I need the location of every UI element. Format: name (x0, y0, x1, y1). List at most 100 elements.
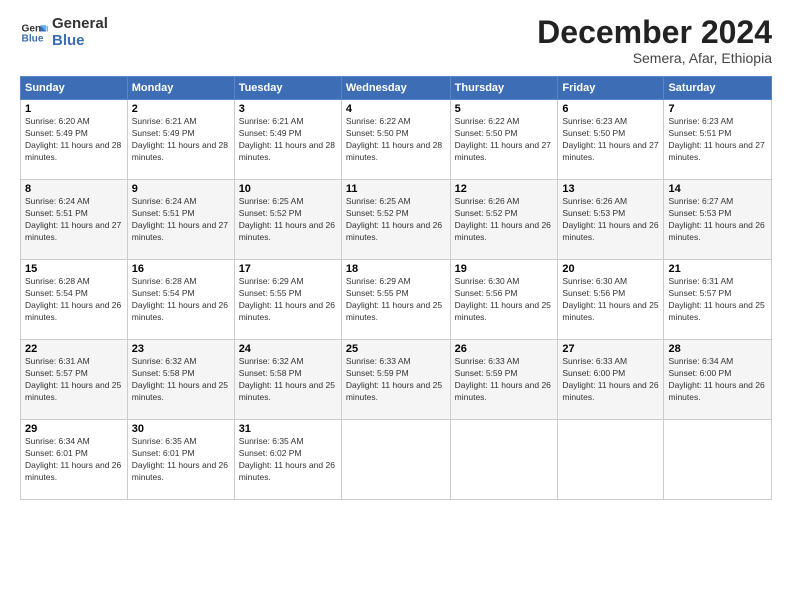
calendar-cell: 9 Sunrise: 6:24 AMSunset: 5:51 PMDayligh… (127, 180, 234, 260)
day-info: Sunrise: 6:33 AMSunset: 5:59 PMDaylight:… (455, 356, 554, 404)
day-info: Sunrise: 6:30 AMSunset: 5:56 PMDaylight:… (455, 276, 554, 324)
day-info: Sunrise: 6:25 AMSunset: 5:52 PMDaylight:… (346, 196, 446, 244)
week-row-1: 1 Sunrise: 6:20 AMSunset: 5:49 PMDayligh… (21, 100, 772, 180)
calendar-cell: 23 Sunrise: 6:32 AMSunset: 5:58 PMDaylig… (127, 340, 234, 420)
calendar-cell: 10 Sunrise: 6:25 AMSunset: 5:52 PMDaylig… (234, 180, 341, 260)
logo-icon: General Blue (20, 19, 48, 47)
day-number: 15 (25, 263, 123, 275)
day-number: 7 (668, 103, 767, 115)
calendar-cell: 8 Sunrise: 6:24 AMSunset: 5:51 PMDayligh… (21, 180, 128, 260)
logo: General Blue General Blue (20, 16, 108, 49)
calendar-cell: 1 Sunrise: 6:20 AMSunset: 5:49 PMDayligh… (21, 100, 128, 180)
day-info: Sunrise: 6:32 AMSunset: 5:58 PMDaylight:… (239, 356, 337, 404)
day-number: 1 (25, 103, 123, 115)
calendar-cell: 30 Sunrise: 6:35 AMSunset: 6:01 PMDaylig… (127, 420, 234, 500)
day-info: Sunrise: 6:20 AMSunset: 5:49 PMDaylight:… (25, 116, 123, 164)
day-number: 27 (562, 343, 659, 355)
calendar-cell: 27 Sunrise: 6:33 AMSunset: 6:00 PMDaylig… (558, 340, 664, 420)
day-number: 2 (132, 103, 230, 115)
day-info: Sunrise: 6:21 AMSunset: 5:49 PMDaylight:… (239, 116, 337, 164)
day-number: 6 (562, 103, 659, 115)
day-info: Sunrise: 6:34 AMSunset: 6:01 PMDaylight:… (25, 436, 123, 484)
day-info: Sunrise: 6:28 AMSunset: 5:54 PMDaylight:… (25, 276, 123, 324)
month-title: December 2024 (537, 16, 772, 48)
day-number: 3 (239, 103, 337, 115)
day-info: Sunrise: 6:31 AMSunset: 5:57 PMDaylight:… (668, 276, 767, 324)
day-info: Sunrise: 6:35 AMSunset: 6:02 PMDaylight:… (239, 436, 337, 484)
day-number: 9 (132, 183, 230, 195)
day-info: Sunrise: 6:29 AMSunset: 5:55 PMDaylight:… (346, 276, 446, 324)
weekday-friday: Friday (558, 77, 664, 100)
calendar-cell: 16 Sunrise: 6:28 AMSunset: 5:54 PMDaylig… (127, 260, 234, 340)
day-number: 12 (455, 183, 554, 195)
weekday-thursday: Thursday (450, 77, 558, 100)
weekday-monday: Monday (127, 77, 234, 100)
day-number: 18 (346, 263, 446, 275)
day-info: Sunrise: 6:33 AMSunset: 5:59 PMDaylight:… (346, 356, 446, 404)
calendar-cell: 28 Sunrise: 6:34 AMSunset: 6:00 PMDaylig… (664, 340, 772, 420)
calendar-cell: 14 Sunrise: 6:27 AMSunset: 5:53 PMDaylig… (664, 180, 772, 260)
calendar-cell: 4 Sunrise: 6:22 AMSunset: 5:50 PMDayligh… (341, 100, 450, 180)
day-info: Sunrise: 6:21 AMSunset: 5:49 PMDaylight:… (132, 116, 230, 164)
day-info: Sunrise: 6:24 AMSunset: 5:51 PMDaylight:… (25, 196, 123, 244)
day-info: Sunrise: 6:24 AMSunset: 5:51 PMDaylight:… (132, 196, 230, 244)
day-number: 14 (668, 183, 767, 195)
calendar-cell: 29 Sunrise: 6:34 AMSunset: 6:01 PMDaylig… (21, 420, 128, 500)
day-number: 28 (668, 343, 767, 355)
day-number: 11 (346, 183, 446, 195)
day-info: Sunrise: 6:33 AMSunset: 6:00 PMDaylight:… (562, 356, 659, 404)
day-info: Sunrise: 6:22 AMSunset: 5:50 PMDaylight:… (346, 116, 446, 164)
calendar-cell: 11 Sunrise: 6:25 AMSunset: 5:52 PMDaylig… (341, 180, 450, 260)
calendar-cell: 6 Sunrise: 6:23 AMSunset: 5:50 PMDayligh… (558, 100, 664, 180)
calendar-cell: 20 Sunrise: 6:30 AMSunset: 5:56 PMDaylig… (558, 260, 664, 340)
day-number: 4 (346, 103, 446, 115)
page: General Blue General Blue December 2024 … (0, 0, 792, 612)
day-number: 25 (346, 343, 446, 355)
calendar-cell: 5 Sunrise: 6:22 AMSunset: 5:50 PMDayligh… (450, 100, 558, 180)
calendar-cell: 18 Sunrise: 6:29 AMSunset: 5:55 PMDaylig… (341, 260, 450, 340)
weekday-sunday: Sunday (21, 77, 128, 100)
week-row-4: 22 Sunrise: 6:31 AMSunset: 5:57 PMDaylig… (21, 340, 772, 420)
calendar-cell: 7 Sunrise: 6:23 AMSunset: 5:51 PMDayligh… (664, 100, 772, 180)
calendar-cell: 24 Sunrise: 6:32 AMSunset: 5:58 PMDaylig… (234, 340, 341, 420)
weekday-header-row: SundayMondayTuesdayWednesdayThursdayFrid… (21, 77, 772, 100)
day-number: 21 (668, 263, 767, 275)
location-subtitle: Semera, Afar, Ethiopia (537, 50, 772, 66)
calendar-cell (558, 420, 664, 500)
day-number: 10 (239, 183, 337, 195)
svg-text:Blue: Blue (22, 33, 44, 44)
day-number: 20 (562, 263, 659, 275)
calendar-cell: 3 Sunrise: 6:21 AMSunset: 5:49 PMDayligh… (234, 100, 341, 180)
calendar-body: 1 Sunrise: 6:20 AMSunset: 5:49 PMDayligh… (21, 100, 772, 500)
calendar-cell: 25 Sunrise: 6:33 AMSunset: 5:59 PMDaylig… (341, 340, 450, 420)
day-number: 31 (239, 423, 337, 435)
calendar-cell (664, 420, 772, 500)
calendar-cell: 26 Sunrise: 6:33 AMSunset: 5:59 PMDaylig… (450, 340, 558, 420)
day-info: Sunrise: 6:30 AMSunset: 5:56 PMDaylight:… (562, 276, 659, 324)
calendar-cell: 2 Sunrise: 6:21 AMSunset: 5:49 PMDayligh… (127, 100, 234, 180)
day-info: Sunrise: 6:22 AMSunset: 5:50 PMDaylight:… (455, 116, 554, 164)
calendar-cell: 21 Sunrise: 6:31 AMSunset: 5:57 PMDaylig… (664, 260, 772, 340)
calendar-cell: 13 Sunrise: 6:26 AMSunset: 5:53 PMDaylig… (558, 180, 664, 260)
day-info: Sunrise: 6:23 AMSunset: 5:50 PMDaylight:… (562, 116, 659, 164)
calendar-cell: 17 Sunrise: 6:29 AMSunset: 5:55 PMDaylig… (234, 260, 341, 340)
day-info: Sunrise: 6:28 AMSunset: 5:54 PMDaylight:… (132, 276, 230, 324)
day-number: 13 (562, 183, 659, 195)
day-info: Sunrise: 6:31 AMSunset: 5:57 PMDaylight:… (25, 356, 123, 404)
day-info: Sunrise: 6:32 AMSunset: 5:58 PMDaylight:… (132, 356, 230, 404)
day-number: 29 (25, 423, 123, 435)
calendar-cell: 22 Sunrise: 6:31 AMSunset: 5:57 PMDaylig… (21, 340, 128, 420)
logo-name: General Blue (52, 16, 108, 49)
calendar-cell (341, 420, 450, 500)
day-number: 30 (132, 423, 230, 435)
day-number: 8 (25, 183, 123, 195)
calendar-cell: 31 Sunrise: 6:35 AMSunset: 6:02 PMDaylig… (234, 420, 341, 500)
day-number: 16 (132, 263, 230, 275)
day-number: 5 (455, 103, 554, 115)
week-row-2: 8 Sunrise: 6:24 AMSunset: 5:51 PMDayligh… (21, 180, 772, 260)
day-number: 22 (25, 343, 123, 355)
day-info: Sunrise: 6:25 AMSunset: 5:52 PMDaylight:… (239, 196, 337, 244)
weekday-wednesday: Wednesday (341, 77, 450, 100)
calendar-cell: 12 Sunrise: 6:26 AMSunset: 5:52 PMDaylig… (450, 180, 558, 260)
day-info: Sunrise: 6:29 AMSunset: 5:55 PMDaylight:… (239, 276, 337, 324)
